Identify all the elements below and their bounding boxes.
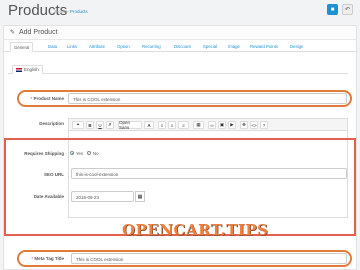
save-icon: ■ [330, 6, 335, 13]
help-button[interactable]: ? [260, 121, 268, 129]
shipping-no-label: No [93, 151, 99, 156]
tab-language-english[interactable]: English [12, 65, 43, 74]
table-icon[interactable]: ▦ [193, 121, 204, 129]
editor-toolbar: ✦ B U ✗ Open Sans A ≡ ≡ ≡ ▦ ∞ ▣ ▶ ✥ <> ? [69, 119, 347, 131]
fullscreen-icon[interactable]: ✥ [240, 121, 248, 129]
underline-button[interactable]: U [96, 121, 104, 129]
save-button[interactable]: ■ [327, 4, 338, 15]
uk-flag-icon [16, 67, 22, 72]
tab-general[interactable]: General [10, 42, 34, 52]
video-icon[interactable]: ▶ [228, 121, 236, 129]
eraser-icon[interactable]: ✗ [106, 121, 114, 129]
link-icon[interactable]: ∞ [208, 121, 216, 129]
product-name-label: * Product Name [30, 96, 64, 101]
date-available-input[interactable]: 2016-09-23 [71, 191, 134, 202]
breadcrumb-current[interactable]: Products [70, 9, 88, 14]
tab-design[interactable]: Design [290, 44, 303, 49]
page-header: Products Home » Products ■ ↶ [0, 0, 360, 24]
tab-recurring[interactable]: Recurring [142, 44, 161, 49]
seo-url-input[interactable]: this-is-cool-extension [71, 168, 347, 179]
paragraph-align-icon[interactable]: ≡ [178, 121, 189, 129]
panel-heading: ✎ Add Product [4, 26, 356, 40]
tab-reward-points[interactable]: Reward Points [250, 44, 278, 49]
back-button[interactable]: ↶ [342, 4, 353, 15]
unordered-list-icon[interactable]: ≡ [158, 121, 166, 129]
watermark: OPENCART.TIPS [122, 221, 269, 239]
language-label: English [24, 67, 39, 72]
seo-url-label: SEO URL [43, 172, 64, 177]
product-name-input[interactable]: This is COOL extension [68, 93, 347, 104]
bold-button[interactable]: B [86, 121, 94, 129]
product-tabs: General Data Links Attribute Option Recu… [4, 42, 356, 52]
shipping-no-radio[interactable] [87, 151, 91, 155]
picture-icon[interactable]: ▣ [218, 121, 226, 129]
tab-option[interactable]: Option [117, 44, 130, 49]
breadcrumb-separator: » [66, 9, 69, 14]
shipping-yes-radio[interactable] [70, 151, 74, 155]
calendar-button[interactable]: ▦ [135, 191, 145, 202]
tab-image[interactable]: Image [228, 44, 240, 49]
pencil-icon: ✎ [10, 30, 16, 36]
calendar-icon: ▦ [137, 193, 143, 200]
font-color-button[interactable]: A [144, 121, 154, 129]
tab-data[interactable]: Data [48, 44, 57, 49]
date-available-label: Date Available [33, 194, 64, 199]
panel-title: Add Product [19, 29, 58, 36]
reply-icon: ↶ [344, 7, 351, 13]
code-view-icon[interactable]: <> [250, 121, 258, 129]
tab-special[interactable]: Special [203, 44, 217, 49]
shipping-yes-label: Yes [76, 151, 84, 156]
meta-tag-title-label: * Meta Tag Title [31, 256, 64, 261]
tab-links[interactable]: Links [67, 44, 77, 49]
language-tabs: English [8, 64, 348, 74]
tab-discount[interactable]: Discount [174, 44, 191, 49]
requires-shipping-label: Requires Shipping [24, 151, 64, 156]
tab-attribute[interactable]: Attribute [89, 44, 105, 49]
meta-tag-title-input[interactable]: This is COOL extension [71, 253, 347, 264]
ordered-list-icon[interactable]: ≡ [168, 121, 176, 129]
magic-wand-icon[interactable]: ✦ [72, 121, 84, 129]
font-family-select[interactable]: Open Sans [118, 120, 142, 130]
description-label: Description [39, 121, 64, 126]
